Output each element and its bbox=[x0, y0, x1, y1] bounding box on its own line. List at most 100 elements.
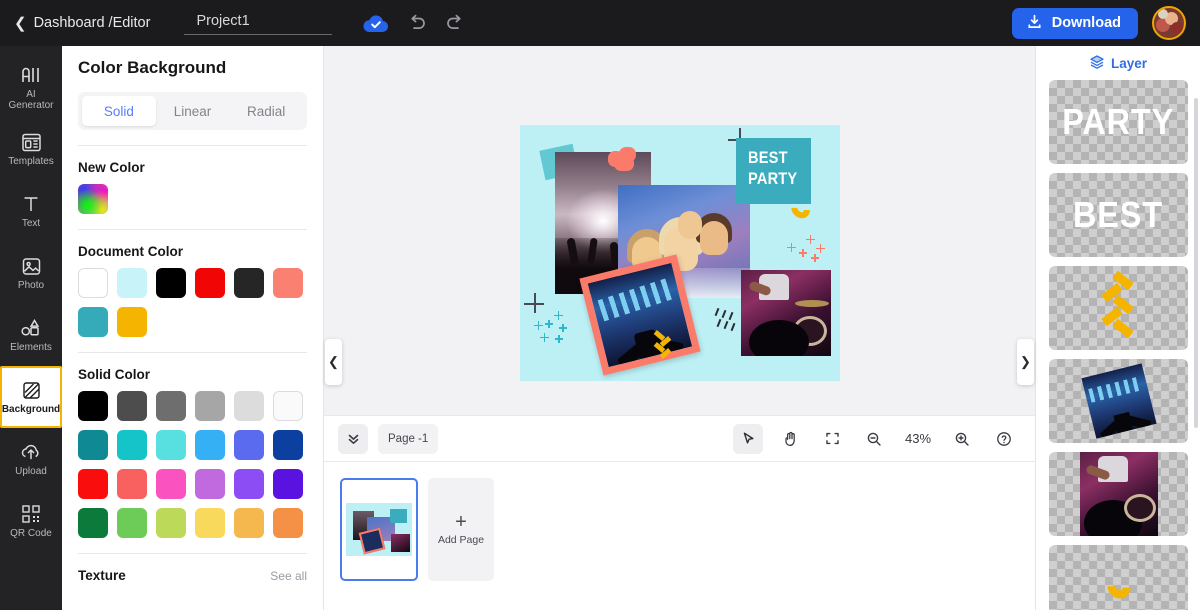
download-label: Download bbox=[1051, 15, 1121, 31]
color-swatch[interactable] bbox=[117, 430, 147, 460]
color-swatch[interactable] bbox=[117, 508, 147, 538]
plus-icon: + bbox=[455, 511, 467, 533]
layer-text-best[interactable]: BEST bbox=[1049, 173, 1188, 257]
color-swatch[interactable] bbox=[273, 430, 303, 460]
layer-thumbnail-photo bbox=[1079, 452, 1158, 536]
tab-linear[interactable]: Linear bbox=[156, 96, 230, 126]
download-button[interactable]: Download bbox=[1011, 7, 1138, 39]
layer-shape-banana[interactable] bbox=[1049, 545, 1188, 610]
color-swatch[interactable] bbox=[117, 307, 147, 337]
color-swatch[interactable] bbox=[195, 508, 225, 538]
page-chip[interactable]: Page -1 bbox=[378, 423, 439, 454]
fit-screen-icon[interactable] bbox=[817, 424, 847, 454]
color-swatch[interactable] bbox=[195, 430, 225, 460]
tab-radial[interactable]: Radial bbox=[229, 96, 303, 126]
yellow-zigzag-decoration[interactable] bbox=[653, 330, 672, 361]
breadcrumb: Dashboard /Editor bbox=[33, 15, 151, 31]
color-swatch[interactable] bbox=[234, 469, 264, 499]
sidebar-item-templates[interactable]: Templates bbox=[0, 118, 62, 180]
color-swatch[interactable] bbox=[234, 430, 264, 460]
color-swatch[interactable] bbox=[78, 508, 108, 538]
document-color-label: Document Color bbox=[78, 244, 184, 259]
color-swatch[interactable] bbox=[117, 268, 147, 298]
teal-sparkles-decoration[interactable] bbox=[532, 311, 578, 347]
page-1-card[interactable] bbox=[340, 478, 418, 581]
texture-section-header: Texture See all bbox=[78, 568, 307, 583]
color-swatch[interactable] bbox=[117, 469, 147, 499]
color-swatch[interactable] bbox=[156, 268, 186, 298]
color-swatch[interactable] bbox=[156, 508, 186, 538]
color-swatch[interactable] bbox=[78, 430, 108, 460]
avatar[interactable] bbox=[1152, 6, 1186, 40]
color-swatch[interactable] bbox=[78, 391, 108, 421]
canvas-stage[interactable]: ❮ ❯ BEST PARTY bbox=[324, 46, 1035, 415]
top-header: ❮ Dashboard /Editor Project1 Download bbox=[0, 0, 1200, 46]
color-swatch[interactable] bbox=[195, 268, 225, 298]
color-swatch[interactable] bbox=[234, 268, 264, 298]
best-party-text-block[interactable]: BEST PARTY bbox=[736, 138, 811, 204]
layer-thumbnail-text: PARTY bbox=[1062, 101, 1175, 142]
cloud-check-icon[interactable] bbox=[362, 13, 390, 34]
zoom-out-icon[interactable] bbox=[859, 424, 889, 454]
hand-icon[interactable] bbox=[775, 424, 805, 454]
add-page-button[interactable]: + Add Page bbox=[428, 478, 494, 581]
tab-solid[interactable]: Solid bbox=[82, 96, 156, 126]
color-swatch[interactable] bbox=[234, 508, 264, 538]
sidebar-item-ai-generator[interactable]: AI Generator bbox=[0, 56, 62, 118]
back-to-dashboard-button[interactable]: ❮ Dashboard /Editor bbox=[14, 15, 150, 31]
sidebar-item-qr-code[interactable]: QR Code bbox=[0, 490, 62, 552]
new-color-picker-swatch[interactable] bbox=[78, 184, 108, 214]
upload-icon bbox=[20, 441, 42, 463]
coral-blob-decoration[interactable] bbox=[608, 147, 638, 171]
color-swatch[interactable] bbox=[273, 391, 303, 421]
texture-see-all-link[interactable]: See all bbox=[270, 569, 307, 583]
zoom-in-icon[interactable] bbox=[947, 424, 977, 454]
layer-photo-stage[interactable] bbox=[1049, 359, 1188, 443]
sidebar-item-text[interactable]: Text bbox=[0, 180, 62, 242]
sidebar-item-elements[interactable]: Elements bbox=[0, 304, 62, 366]
drummer-photo[interactable] bbox=[741, 270, 831, 356]
panel-title: Color Background bbox=[78, 58, 227, 77]
chevron-left-icon[interactable]: ❮ bbox=[325, 339, 342, 385]
chevron-right-icon[interactable]: ❯ bbox=[1017, 339, 1034, 385]
redo-icon[interactable] bbox=[444, 12, 466, 34]
project-name-input[interactable] bbox=[184, 12, 333, 35]
sidebar-item-upload[interactable]: Upload bbox=[0, 428, 62, 490]
color-swatch[interactable] bbox=[234, 391, 264, 421]
collapse-pages-button[interactable] bbox=[338, 423, 368, 454]
document-color-swatches bbox=[78, 268, 307, 337]
photo-icon bbox=[21, 255, 42, 277]
color-swatch[interactable] bbox=[273, 469, 303, 499]
plus-mark-decoration[interactable] bbox=[524, 293, 544, 313]
coral-sparkles-decoration[interactable] bbox=[784, 235, 830, 269]
color-swatch[interactable] bbox=[273, 268, 303, 298]
sidebar-item-photo[interactable]: Photo bbox=[0, 242, 62, 304]
color-swatch[interactable] bbox=[195, 391, 225, 421]
color-swatch[interactable] bbox=[117, 391, 147, 421]
text-line-best: BEST bbox=[748, 148, 788, 167]
artboard[interactable]: BEST PARTY bbox=[520, 125, 840, 381]
color-swatch[interactable] bbox=[78, 268, 108, 298]
toolbar-right-group: 43% bbox=[733, 423, 1019, 454]
layer-scrollbar[interactable] bbox=[1194, 98, 1198, 428]
fill-type-tabs: Solid Linear Radial bbox=[78, 92, 307, 130]
cursor-icon[interactable] bbox=[733, 423, 763, 454]
color-swatch[interactable] bbox=[273, 508, 303, 538]
divider bbox=[78, 229, 307, 230]
color-swatch[interactable] bbox=[156, 391, 186, 421]
page-1-thumbnail bbox=[346, 503, 412, 556]
color-swatch[interactable] bbox=[78, 307, 108, 337]
layer-text-party[interactable]: PARTY bbox=[1049, 80, 1188, 164]
sidebar-item-background[interactable]: Background bbox=[0, 366, 62, 428]
color-swatch[interactable] bbox=[195, 469, 225, 499]
help-icon[interactable] bbox=[989, 424, 1019, 454]
layer-photo-drummer[interactable] bbox=[1049, 452, 1188, 536]
layer-shape-zigzag[interactable] bbox=[1049, 266, 1188, 350]
layers-icon bbox=[1089, 54, 1105, 73]
color-swatch[interactable] bbox=[78, 469, 108, 499]
dash-lines-decoration[interactable] bbox=[714, 307, 742, 332]
layer-panel-header[interactable]: Layer bbox=[1036, 46, 1200, 80]
undo-icon[interactable] bbox=[406, 12, 428, 34]
color-swatch[interactable] bbox=[156, 430, 186, 460]
color-swatch[interactable] bbox=[156, 469, 186, 499]
